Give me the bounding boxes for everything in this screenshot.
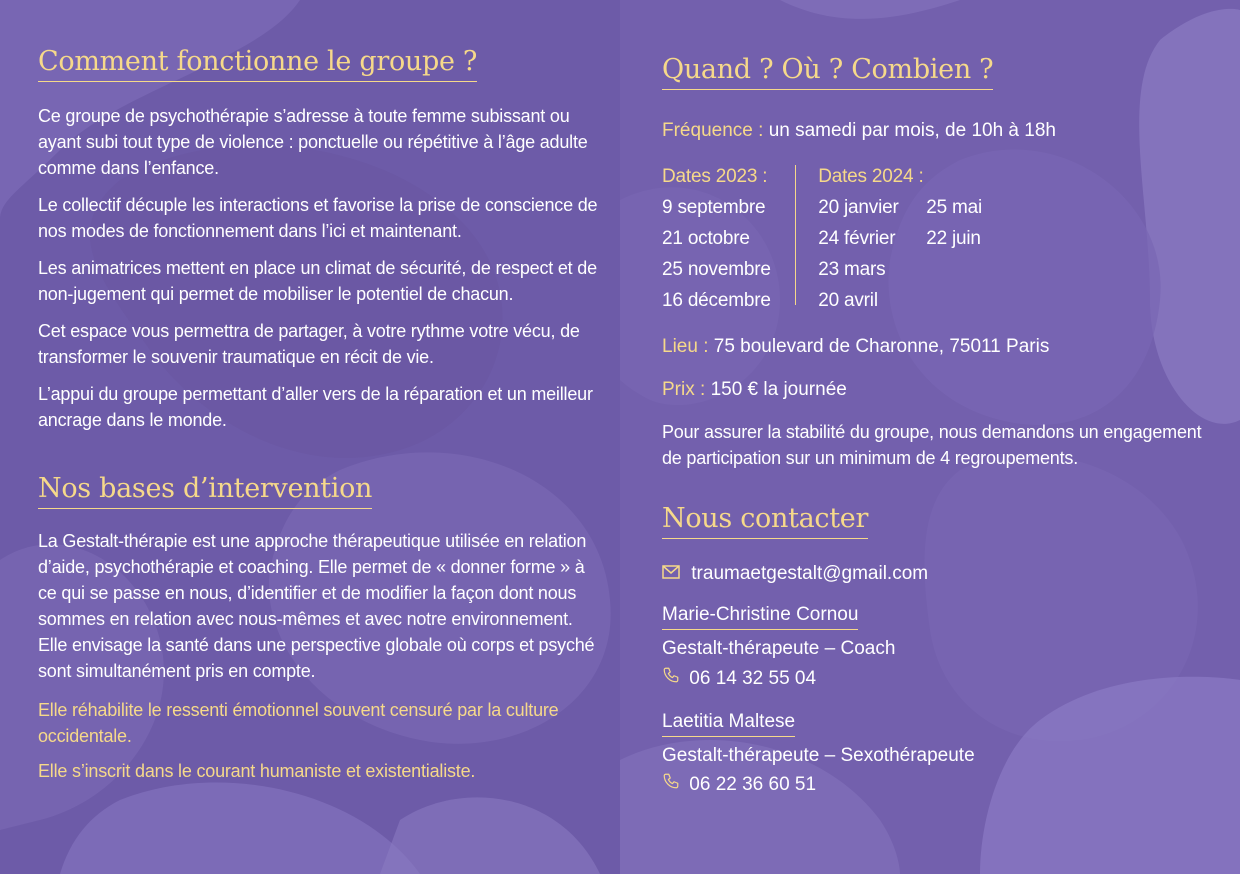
- fonctionnement-text: Ce groupe de psychothérapie s’adresse à …: [38, 103, 598, 433]
- prix-value: 150 € la journée: [710, 379, 847, 400]
- dates-2024-column: Dates 2024 : 20 janvier 24 février 23 ma…: [818, 161, 982, 316]
- section-title-bases: Nos bases d’intervention: [38, 473, 372, 509]
- date-item: 25 novembre: [662, 259, 771, 280]
- section-title-contact: Nous contacter: [662, 503, 868, 539]
- contact-role: Gestalt-thérapeute – Coach: [662, 638, 896, 659]
- date-item: 24 février: [818, 228, 896, 249]
- bases-text: La Gestalt-thérapie est une approche thé…: [38, 528, 598, 784]
- contact-name: Marie-Christine Cornou: [662, 604, 859, 630]
- email-link[interactable]: traumaetgestalt@gmail.com: [691, 563, 928, 584]
- date-item: 16 décembre: [662, 290, 771, 311]
- date-item: 21 octobre: [662, 228, 750, 249]
- contact-name: Laetitia Maltese: [662, 711, 796, 737]
- brochure-page: Comment fonctionne le groupe ? Ce groupe…: [0, 0, 1240, 874]
- frequence-line: Fréquence : un samedi par mois, de 10h à…: [662, 117, 1056, 145]
- phone-icon: [662, 771, 680, 799]
- paragraph: Les animatrices mettent en place un clim…: [38, 258, 597, 304]
- date-item: 22 juin: [926, 228, 981, 249]
- date-item: 20 avril: [818, 290, 878, 311]
- date-item: 20 janvier: [818, 197, 899, 218]
- paragraph: Cet espace vous permettra de partager, à…: [38, 321, 580, 367]
- lieu-line: Lieu : 75 boulevard de Charonne, 75011 P…: [662, 333, 1049, 361]
- section-title-quand: Quand ? Où ? Combien ?: [662, 54, 994, 90]
- date-item: 23 mars: [818, 259, 886, 280]
- section-title-fonctionnement: Comment fonctionne le groupe ?: [38, 46, 477, 82]
- lieu-value: 75 boulevard de Charonne, 75011 Paris: [713, 336, 1050, 357]
- dates-2023-column: Dates 2023 : 9 septembre 21 octobre 25 n…: [662, 161, 771, 316]
- contact-role: Gestalt-thérapeute – Sexothérapeute: [662, 745, 975, 766]
- paragraph: La Gestalt-thérapie est une approche thé…: [38, 531, 595, 681]
- lieu-label: Lieu :: [662, 336, 709, 357]
- dates-2023-label: Dates 2023 :: [662, 166, 768, 187]
- prix-line: Prix : 150 € la journée: [662, 376, 847, 404]
- frequence-value: un samedi par mois, de 10h à 18h: [768, 120, 1056, 141]
- contact-phone[interactable]: 06 14 32 55 04: [689, 668, 816, 689]
- contact-phone-line[interactable]: 06 22 36 60 51: [662, 771, 975, 799]
- paragraph: Ce groupe de psychothérapie s’adresse à …: [38, 106, 588, 178]
- highlight-paragraph: Elle réhabilite le ressenti émotionnel s…: [38, 700, 559, 746]
- phone-icon: [662, 665, 680, 693]
- contact-phone-line[interactable]: 06 14 32 55 04: [662, 665, 895, 693]
- contact-card: Marie-Christine Cornou Gestalt-thérapeut…: [662, 604, 895, 693]
- dates-divider: [794, 165, 797, 305]
- date-item: 25 mai: [926, 197, 983, 218]
- frequence-label: Fréquence :: [662, 120, 764, 141]
- email-line[interactable]: traumaetgestalt@gmail.com: [662, 560, 928, 588]
- engagement-text: Pour assurer la stabilité du groupe, nou…: [662, 422, 1202, 468]
- paragraph: Le collectif décuple les interactions et…: [38, 195, 598, 241]
- envelope-icon: [662, 560, 680, 588]
- date-item: 9 septembre: [662, 197, 766, 218]
- dates-2024-label: Dates 2024 :: [818, 166, 924, 187]
- dates-block: Dates 2023 : 9 septembre 21 octobre 25 n…: [662, 161, 982, 316]
- contact-card: Laetitia Maltese Gestalt-thérapeute – Se…: [662, 711, 975, 799]
- paragraph: L’appui du groupe permettant d’aller ver…: [38, 384, 593, 430]
- highlight-paragraph: Elle s’inscrit dans le courant humaniste…: [38, 761, 476, 781]
- prix-label: Prix :: [662, 379, 706, 400]
- contact-phone[interactable]: 06 22 36 60 51: [689, 774, 816, 795]
